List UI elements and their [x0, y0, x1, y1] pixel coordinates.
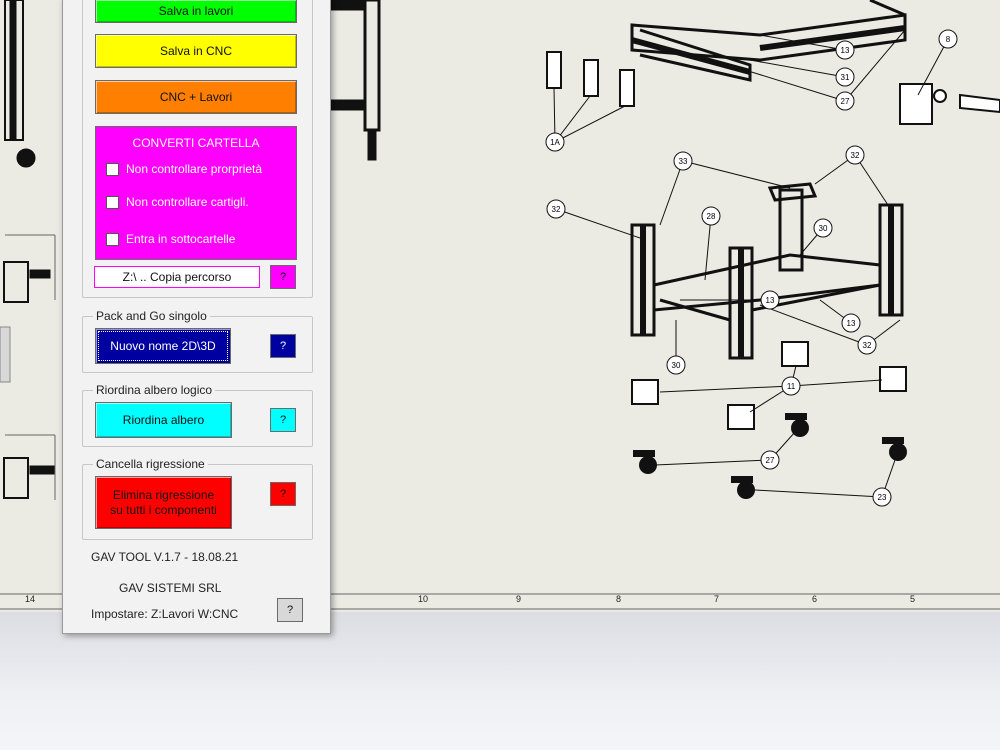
copy-path-button[interactable]: Z:\ .. Copia percorso	[94, 266, 260, 288]
delete-regression-button[interactable]: Elimina rigressione su tutti i component…	[95, 476, 232, 529]
salva-lavori-label: Salva in lavori	[158, 3, 234, 18]
copy-path-label: Z:\ .. Copia percorso	[122, 269, 232, 284]
balloon-label: 13	[841, 46, 850, 55]
help-label: ?	[286, 604, 294, 616]
balloon-label: 13	[766, 296, 775, 305]
help-label: ?	[279, 488, 287, 500]
new-name-2d3d-button[interactable]: Nuovo nome 2D\3D	[95, 328, 231, 364]
balloon-label: 32	[552, 205, 561, 214]
company-text: GAV SISTEMI SRL	[119, 581, 222, 595]
help-settings-button[interactable]: ?	[277, 598, 303, 622]
help-pack-button[interactable]: ?	[270, 334, 296, 358]
help-convert-button[interactable]: ?	[270, 265, 296, 289]
converti-cartella-button[interactable]: CONVERTI CARTELLA Non controllare prorpr…	[95, 126, 297, 260]
balloon-label: 32	[851, 151, 860, 160]
balloon-label: 30	[672, 361, 681, 370]
balloon-30: 30	[813, 218, 833, 238]
balloon-23: 23	[872, 487, 892, 507]
checkbox-subfolders[interactable]	[106, 232, 119, 246]
balloon-label: 11	[787, 382, 796, 391]
balloon-label: 1A	[550, 138, 560, 147]
balloon-label: 23	[878, 493, 887, 502]
ruler-label: 8	[616, 594, 622, 604]
balloon-11: 11	[781, 376, 801, 396]
balloon-33: 33	[673, 151, 693, 171]
ruler-label: 7	[714, 594, 720, 604]
cnc-lavori-label: CNC + Lavori	[159, 89, 233, 104]
delete-regression-label-2: su tutti i componenti	[110, 502, 217, 517]
cnc-lavori-button[interactable]: CNC + Lavori	[95, 80, 297, 114]
cancel-regression-title: Cancella rigressione	[93, 457, 208, 471]
salva-cnc-label: Salva in CNC	[159, 43, 233, 58]
ruler-label: 6	[812, 594, 818, 604]
settings-text: Impostare: Z:Lavori W:CNC	[91, 607, 239, 621]
reorder-tree-title: Riordina albero logico	[93, 383, 216, 397]
option-no-title-blocks[interactable]: Non controllare cartigli.	[106, 195, 249, 209]
checkbox-no-properties[interactable]	[106, 162, 119, 176]
version-text: GAV TOOL V.1.7 - 18.08.21	[91, 550, 239, 564]
ruler-label: 9	[516, 594, 522, 604]
gav-tool-panel: Salva in lavori Salva in CNC CNC + Lavor…	[62, 0, 331, 634]
salva-cnc-button[interactable]: Salva in CNC	[95, 34, 297, 68]
balloon-27: 27	[760, 450, 780, 470]
balloon-32: 32	[857, 335, 877, 355]
new-name-2d3d-label: Nuovo nome 2D\3D	[110, 338, 216, 353]
balloon-label: 28	[707, 212, 716, 221]
option-subfolders[interactable]: Entra in sottocartelle	[106, 232, 235, 246]
balloon-label: 13	[847, 319, 856, 328]
salva-lavori-button[interactable]: Salva in lavori	[95, 0, 297, 23]
help-cancel-button[interactable]: ?	[270, 482, 296, 506]
ruler-label: 5	[910, 594, 916, 604]
balloon-13: 13	[841, 313, 861, 333]
balloon-label: 31	[841, 73, 850, 82]
balloon-31: 31	[835, 67, 855, 87]
ruler-label: 10	[418, 594, 429, 604]
balloon-32: 32	[546, 199, 566, 219]
checkbox-no-title-blocks[interactable]	[106, 195, 119, 209]
balloon-13: 13	[835, 40, 855, 60]
help-label: ?	[279, 414, 287, 426]
help-label: ?	[279, 271, 287, 283]
balloon-label: 30	[819, 224, 828, 233]
balloon-13: 13	[760, 290, 780, 310]
balloon-1A: 1A	[545, 132, 565, 152]
reorder-tree-button[interactable]: Riordina albero	[95, 402, 232, 438]
balloon-30: 30	[666, 355, 686, 375]
balloon-label: 27	[841, 97, 850, 106]
help-label: ?	[279, 340, 287, 352]
balloon-label: 33	[679, 157, 688, 166]
balloon-32: 32	[845, 145, 865, 165]
balloon-27: 27	[835, 91, 855, 111]
ruler-label: 14	[25, 594, 36, 604]
balloon-28: 28	[701, 206, 721, 226]
option-no-properties-label: Non controllare prorprietà	[126, 162, 263, 176]
converti-cartella-title: CONVERTI CARTELLA	[132, 136, 260, 150]
balloon-label: 27	[766, 456, 775, 465]
balloon-8: 8	[938, 29, 958, 49]
balloon-label: 32	[863, 341, 872, 350]
reorder-tree-label: Riordina albero	[122, 412, 205, 427]
pack-and-go-title: Pack and Go singolo	[93, 309, 210, 323]
option-subfolders-label: Entra in sottocartelle	[126, 232, 236, 246]
balloon-label: 8	[946, 35, 951, 44]
help-reorder-button[interactable]: ?	[270, 408, 296, 432]
option-no-title-blocks-label: Non controllare cartigli.	[126, 195, 249, 209]
option-no-properties[interactable]: Non controllare prorprietà	[106, 162, 262, 176]
delete-regression-label-1: Elimina rigressione	[112, 487, 215, 502]
